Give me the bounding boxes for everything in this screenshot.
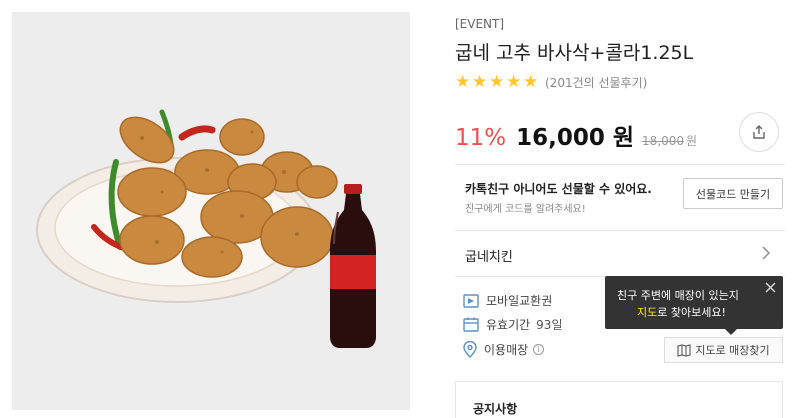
star-icon: ★ (455, 72, 471, 92)
create-gift-code-button[interactable]: 선물코드 만들기 (683, 178, 783, 209)
star-icon: ★ (489, 72, 505, 92)
brand-name: 굽네치킨 (465, 250, 513, 265)
share-icon (753, 125, 765, 139)
info-icon[interactable]: i (533, 344, 545, 355)
product-title: 굽네 고추 바사삭+콜라1.25L (455, 42, 694, 64)
location-pin-icon (463, 341, 477, 358)
notice-title: 공지사항 (473, 402, 518, 416)
original-price: 18,000 (642, 134, 685, 148)
sale-price: 16,000 원 (516, 125, 635, 151)
validity-value: 93일 (536, 318, 563, 332)
product-info: [EVENT] 굽네 고추 바사삭+콜라1.25L ★ ★ ★ ★ ★ (201… (455, 0, 785, 418)
star-icon: ★ (506, 72, 522, 92)
detail-store: 이용매장 i (463, 341, 545, 358)
price-row: 11% 16,000 원 18,000 원 (455, 118, 697, 152)
map-icon (677, 343, 691, 357)
discount-rate: 11% (455, 125, 507, 151)
star-icon: ★ (472, 72, 488, 92)
tooltip-line1: 친구 주변에 매장이 있는지 (617, 289, 739, 302)
original-price-unit: 원 (686, 134, 698, 148)
chevron-right-icon (762, 246, 771, 260)
gift-code-subtitle: 친구에게 코드를 알려주세요! (465, 204, 586, 215)
share-button[interactable] (739, 112, 779, 152)
close-icon[interactable] (765, 282, 776, 293)
star-rating: ★ ★ ★ ★ ★ (455, 74, 540, 91)
detail-voucher-type: 모바일교환권 (463, 292, 552, 309)
tooltip-line2: 지도로 찾아보세요! (637, 304, 726, 320)
rating-row[interactable]: ★ ★ ★ ★ ★ (201건의 선물후기) (455, 74, 647, 91)
divider (455, 164, 785, 165)
notice-section: 공지사항 (455, 381, 783, 418)
gift-code-section: 카톡친구 아니어도 선물할 수 있어요. 친구에게 코드를 알려주세요! 선물코… (455, 166, 783, 224)
tooltip-highlight: 지도 (637, 306, 658, 319)
star-icon: ★ (523, 72, 539, 92)
event-tag: [EVENT] (455, 17, 505, 31)
brand-link[interactable]: 굽네치킨 (455, 236, 783, 274)
store-map-tooltip: 친구 주변에 매장이 있는지 지도로 찾아보세요! (605, 276, 783, 335)
product-image (12, 12, 410, 410)
store-label: 이용매장 (484, 343, 529, 357)
voucher-type-label: 모바일교환권 (486, 294, 553, 308)
gift-code-title: 카톡친구 아니어도 선물할 수 있어요. (465, 182, 652, 196)
tooltip-arrow (725, 329, 737, 335)
review-count-link[interactable]: (201건의 선물후기) (545, 74, 647, 91)
tooltip-line2-rest: 로 찾아보세요! (657, 306, 726, 319)
validity-label: 유효기간 (486, 318, 531, 332)
find-store-map-button[interactable]: 지도로 매장찾기 (664, 337, 783, 363)
detail-validity: 유효기간 93일 (463, 316, 562, 333)
calendar-icon (463, 317, 479, 332)
divider (455, 230, 785, 231)
ticket-icon (463, 293, 479, 308)
map-button-label: 지도로 매장찾기 (695, 344, 770, 357)
